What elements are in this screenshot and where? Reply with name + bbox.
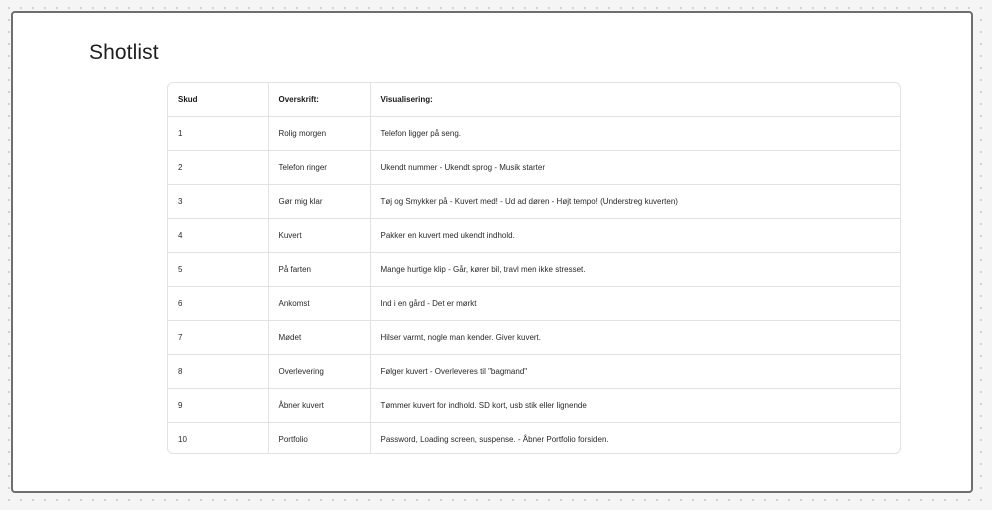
cell-overskrift: Gør mig klar — [268, 184, 371, 219]
cell-visualisering: Mange hurtige klip - Går, kører bil, tra… — [370, 252, 900, 287]
cell-skud: 2 — [168, 150, 269, 185]
cell-skud: 5 — [168, 252, 269, 287]
cell-visualisering: Pakker en kuvert med ukendt indhold. — [370, 218, 900, 253]
document-frame: Shotlist Skud Overskrift: Visualisering:… — [11, 11, 973, 493]
column-header-overskrift: Overskrift: — [268, 83, 371, 117]
cell-overskrift: Mødet — [268, 320, 371, 355]
cell-overskrift: Portfolio — [268, 422, 371, 453]
shotlist-table: Skud Overskrift: Visualisering: 1 Rolig … — [168, 83, 900, 453]
cell-skud: 10 — [168, 422, 269, 453]
cell-visualisering: Tøj og Smykker på - Kuvert med! - Ud ad … — [370, 184, 900, 219]
table-row: 5 På farten Mange hurtige klip - Går, kø… — [168, 252, 900, 287]
cell-overskrift: Overlevering — [268, 354, 371, 389]
cell-overskrift: Telefon ringer — [268, 150, 371, 185]
cell-overskrift: Rolig morgen — [268, 116, 371, 151]
cell-visualisering: Tømmer kuvert for indhold. SD kort, usb … — [370, 388, 900, 423]
cell-skud: 7 — [168, 320, 269, 355]
cell-skud: 4 — [168, 218, 269, 253]
cell-overskrift: Åbner kuvert — [268, 388, 371, 423]
table-header-row: Skud Overskrift: Visualisering: — [168, 83, 900, 117]
cell-visualisering: Følger kuvert - Overleveres til "bagmand… — [370, 354, 900, 389]
cell-overskrift: Kuvert — [268, 218, 371, 253]
column-header-visualisering: Visualisering: — [370, 83, 900, 117]
cell-skud: 6 — [168, 286, 269, 321]
table-row: 1 Rolig morgen Telefon ligger på seng. — [168, 116, 900, 151]
page-title: Shotlist — [89, 41, 159, 64]
table-row: 10 Portfolio Password, Loading screen, s… — [168, 422, 900, 453]
table-row: 8 Overlevering Følger kuvert - Overlever… — [168, 354, 900, 389]
cell-visualisering: Ukendt nummer - Ukendt sprog - Musik sta… — [370, 150, 900, 185]
table-row: 4 Kuvert Pakker en kuvert med ukendt ind… — [168, 218, 900, 253]
cell-skud: 9 — [168, 388, 269, 423]
table-row: 3 Gør mig klar Tøj og Smykker på - Kuver… — [168, 184, 900, 219]
cell-visualisering: Ind i en gård - Det er mørkt — [370, 286, 900, 321]
cell-visualisering: Password, Loading screen, suspense. - Åb… — [380, 434, 609, 444]
table-row: 6 Ankomst Ind i en gård - Det er mørkt — [168, 286, 900, 321]
cell-overskrift: På farten — [268, 252, 371, 287]
cell-skud: 1 — [168, 116, 269, 151]
cell-overskrift: Ankomst — [268, 286, 371, 321]
shotlist-table-container: Skud Overskrift: Visualisering: 1 Rolig … — [167, 82, 901, 454]
cell-visualisering: Telefon ligger på seng. — [370, 116, 900, 151]
table-row: 9 Åbner kuvert Tømmer kuvert for indhold… — [168, 388, 900, 423]
cell-skud: 3 — [168, 184, 269, 219]
table-row: 2 Telefon ringer Ukendt nummer - Ukendt … — [168, 150, 900, 185]
column-header-skud: Skud — [168, 83, 269, 117]
cell-visualisering: Hilser varmt, nogle man kender. Giver ku… — [370, 320, 900, 355]
cell-skud: 8 — [168, 354, 269, 389]
table-row: 7 Mødet Hilser varmt, nogle man kender. … — [168, 320, 900, 355]
